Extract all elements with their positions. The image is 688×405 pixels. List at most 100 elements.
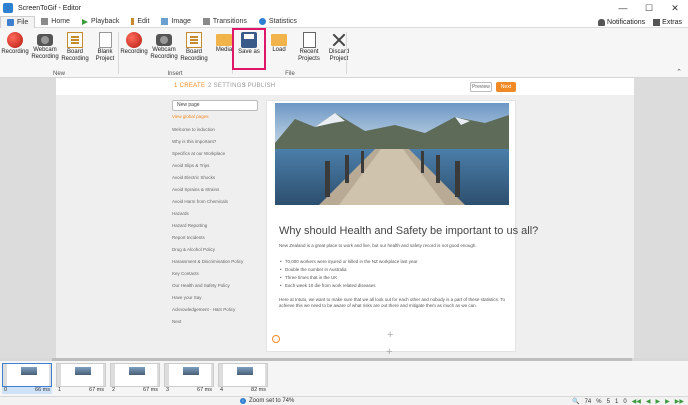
list-item: Have your Say [172, 295, 202, 300]
transitions-icon [202, 18, 210, 25]
tab-edit[interactable]: Edit [125, 16, 155, 28]
blank-page-icon [98, 32, 112, 48]
tab-label: File [17, 18, 29, 26]
frame-count: 5 [606, 398, 610, 405]
tab-label: Statistics [268, 18, 297, 25]
current-frame: 0 [623, 398, 627, 405]
status-bar: i Zoom set to 74% 🔍 74 % 5 1 0 ◀◀ ◀ ▶ ▶ … [0, 396, 688, 405]
button-label: Recording [120, 49, 148, 55]
ribbon: Recording Webcam Recording Board Recordi… [0, 28, 688, 78]
list-item: Hazard Reporting [172, 223, 208, 228]
button-label: Board Recording [180, 49, 208, 62]
list-item: Our Health and Safety Policy [172, 283, 230, 288]
editor-body: New page View global pages Welcome to in… [56, 96, 634, 358]
button-label: Discard Project [328, 49, 350, 62]
tab-transitions[interactable]: Transitions [197, 16, 253, 28]
frame-thumbnail[interactable]: 2 67 ms [110, 363, 160, 394]
wizard-step-settings: 2 SETTINGS [208, 83, 247, 89]
record-icon [7, 32, 23, 48]
button-label: Load [272, 47, 286, 53]
notifications-button[interactable]: Notifications [598, 18, 645, 26]
insert-webcam-recording-button[interactable]: Webcam Recording [149, 30, 179, 68]
extras-label: Extras [662, 18, 682, 26]
discard-project-button[interactable]: Discard Project [324, 30, 354, 68]
next-button: Next [496, 82, 516, 92]
close-button[interactable]: ✕ [662, 0, 688, 16]
insert-recording-button[interactable]: Recording [119, 30, 149, 68]
load-button[interactable]: Load [264, 30, 294, 68]
frame-delay: 67 ms [197, 387, 212, 393]
new-recording-button[interactable]: Recording [0, 30, 30, 68]
group-label-insert: Insert [167, 71, 183, 77]
file-icon [7, 18, 14, 26]
last-frame-icon[interactable]: ▶▶ [675, 398, 684, 405]
tab-file[interactable]: File [0, 15, 36, 28]
zoom-value[interactable]: 74 [585, 399, 592, 405]
tab-playback[interactable]: Playback [76, 16, 125, 28]
thumbnail-image [56, 363, 106, 387]
status-text: Zoom set to 74% [249, 398, 295, 404]
extras-icon [653, 18, 661, 26]
tab-image[interactable]: Image [155, 16, 196, 28]
open-folder-icon [271, 34, 287, 46]
blank-project-button[interactable]: Blank Project [90, 30, 120, 68]
tab-label: Home [51, 18, 70, 25]
wizard-step-create: 1 CREATE [174, 83, 206, 89]
minimize-button[interactable]: — [610, 0, 636, 16]
tab-statistics[interactable]: Statistics [253, 16, 303, 28]
previous-frame-icon[interactable]: ◀ [646, 398, 651, 405]
frame-thumbnail[interactable]: 4 82 ms [218, 363, 268, 394]
statistics-icon [258, 18, 266, 25]
tabrow-right: Notifications Extras [598, 16, 682, 28]
extras-button[interactable]: Extras [653, 18, 682, 26]
maximize-button[interactable]: ☐ [636, 0, 662, 16]
app-icon [3, 3, 13, 13]
first-frame-icon[interactable]: ◀◀ [632, 398, 641, 405]
tab-label: Transitions [212, 18, 247, 25]
tab-home[interactable]: Home [35, 16, 76, 28]
frame-page: 1 CREATE 2 SETTINGS 3 PUBLISH Preview Ne… [56, 78, 634, 358]
ribbon-group-file: Save as Load Recent Projects Discard Pro… [232, 28, 349, 78]
collapse-ribbon-icon[interactable]: ⌃ [676, 68, 682, 76]
tab-label: Image [171, 18, 191, 25]
list-item: Avoid Sprains & Strains [172, 187, 220, 192]
list-item: View global pages [172, 114, 209, 119]
wizard-step-publish: 3 PUBLISH [242, 83, 276, 89]
ribbon-group-insert: Recording Webcam Recording Board Recordi… [119, 28, 233, 78]
frame-thumbnail[interactable]: 1 67 ms [56, 363, 106, 394]
list-item: Acknowledgement - H&S Policy [172, 307, 236, 312]
discard-x-icon [331, 32, 347, 48]
ribbon-group-new: Recording Webcam Recording Board Recordi… [0, 28, 118, 78]
article-bullet: Each week 10 die from work related disea… [280, 283, 376, 288]
frame-strip: 0 66 ms 1 67 ms 2 67 ms 3 67 ms 4 82 ms [0, 361, 688, 396]
list-item: Avoid Slips & Trips [172, 163, 210, 168]
preview-button: Preview [470, 82, 492, 92]
insert-board-recording-button[interactable]: Board Recording [179, 30, 209, 68]
new-board-recording-button[interactable]: Board Recording [60, 30, 90, 68]
play-icon[interactable]: ▶ [656, 398, 661, 405]
frame-thumbnail[interactable]: 3 67 ms [164, 363, 214, 394]
title-bar: ScreenToGif - Editor — ☐ ✕ [0, 0, 688, 16]
camera-icon [156, 34, 172, 46]
lake-photo [275, 103, 509, 205]
ribbon-divider [346, 32, 347, 74]
frame-number: 1 [58, 387, 62, 393]
wizard-header: 1 CREATE 2 SETTINGS 3 PUBLISH Preview Ne… [56, 78, 634, 96]
info-icon: i [240, 398, 246, 404]
home-icon [41, 18, 49, 25]
frame-thumbnail[interactable]: 0 66 ms [2, 363, 52, 394]
play-icon [81, 18, 88, 25]
ribbon-divider [232, 32, 233, 74]
frame-delay: 67 ms [89, 387, 104, 393]
board-icon [186, 32, 202, 48]
recent-projects-button[interactable]: Recent Projects [294, 30, 324, 68]
list-item: Next [172, 319, 182, 324]
list-item: Avoid Electric Shocks [172, 175, 216, 180]
button-label: Media [215, 47, 233, 53]
thumbnail-image [218, 363, 268, 387]
article-bullet: 70,000 workers were injured or killed in… [280, 259, 418, 264]
frame-number: 4 [220, 387, 224, 393]
next-frame-icon[interactable]: ▶ [665, 398, 670, 405]
new-webcam-recording-button[interactable]: Webcam Recording [30, 30, 60, 68]
save-as-button[interactable]: Save as [232, 28, 266, 70]
